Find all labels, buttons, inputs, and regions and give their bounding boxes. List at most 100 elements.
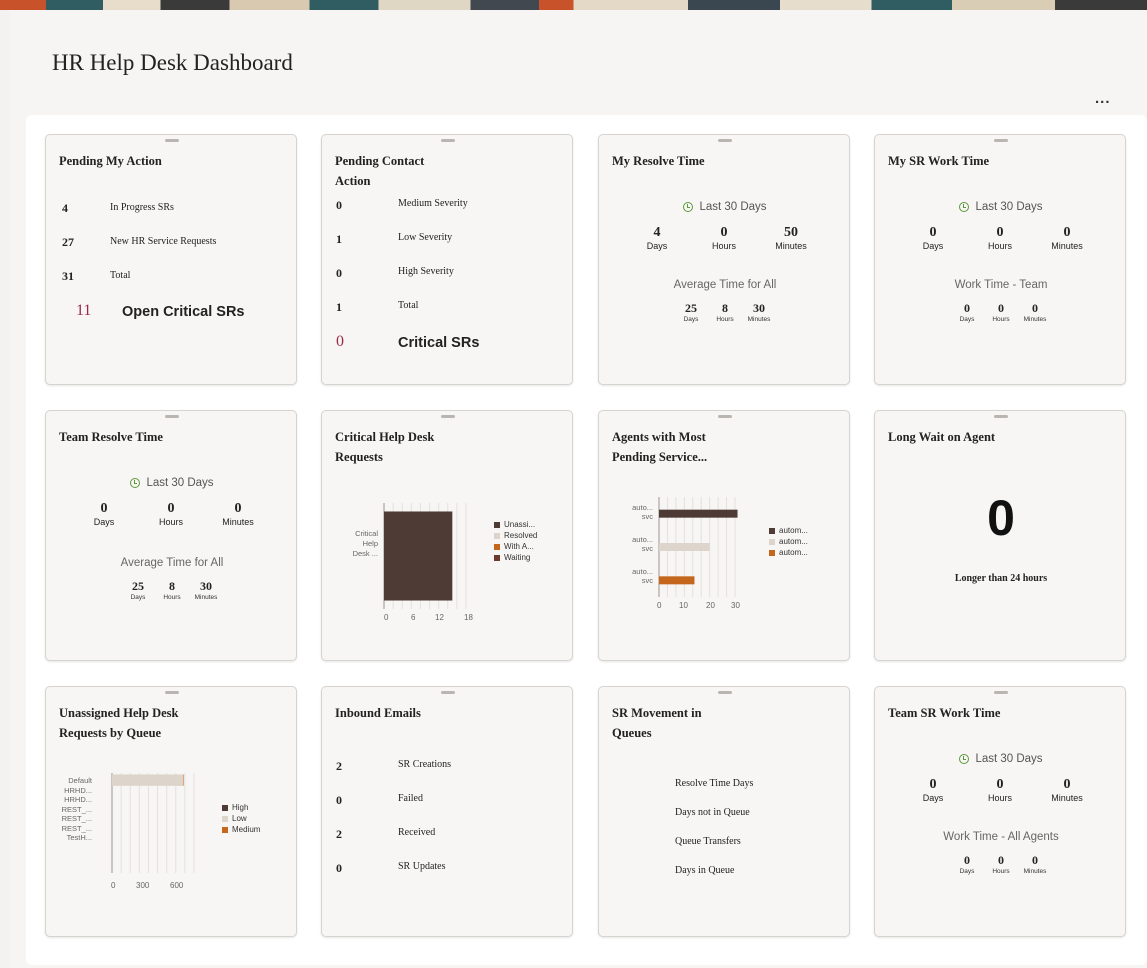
severity-value: 0 — [336, 198, 342, 212]
drag-handle[interactable] — [994, 139, 1008, 142]
queue-label: TestH... — [66, 833, 92, 842]
days-value: 0 — [964, 301, 970, 315]
legend-item[interactable]: autom... — [769, 525, 808, 536]
drag-handle[interactable] — [441, 415, 455, 418]
drag-handle[interactable] — [718, 139, 732, 142]
legend-label: Low — [232, 814, 247, 823]
drag-handle[interactable] — [441, 691, 455, 694]
minutes-value: 0 — [234, 501, 242, 516]
pending-label: Total — [110, 270, 131, 281]
legend-item[interactable]: With A... — [494, 541, 537, 552]
period-text: Last 30 Days — [146, 477, 214, 489]
card-sr-movement-in-queues[interactable]: SR Movement in Queues Resolve Time Days … — [598, 686, 850, 937]
days-value: 4 — [653, 225, 661, 240]
card-my-sr-work-time[interactable]: My SR Work Time Last 30 Days 0 Days 0 Hour… — [874, 134, 1126, 385]
days-unit: Days — [922, 241, 944, 251]
bar — [112, 774, 184, 786]
card-team-sr-work-time[interactable]: Team SR Work Time Last 30 Days 0 Days 0 Ho… — [874, 686, 1126, 937]
days-unit: Days — [130, 594, 146, 601]
days-value: 25 — [685, 301, 697, 315]
card-inbound-emails[interactable]: Inbound Emails 2 SR Creations 0 Failed 2… — [321, 686, 573, 937]
queue-label: REST_... — [61, 823, 92, 833]
pending-value: 4 — [62, 201, 68, 215]
severity-value: 1 — [336, 232, 342, 246]
legend-item[interactable]: Medium — [222, 824, 260, 835]
main-time: 0 Days 0 Hours 0 Minutes — [74, 501, 268, 527]
queue-label: REST_... — [61, 804, 92, 814]
card-title: Agents with Most Pending Service... — [612, 430, 708, 464]
card-team-resolve-time[interactable]: Team Resolve Time Last 30 Days 0 Days 0 Ho… — [45, 410, 297, 661]
drag-handle[interactable] — [718, 691, 732, 694]
card-my-resolve-time[interactable]: My Resolve Time Last 30 Days 4 Days 0 Hour… — [598, 134, 850, 385]
hours-unit: Hours — [711, 241, 736, 251]
hours-value: 8 — [722, 301, 728, 315]
queue-label: REST_... — [61, 814, 92, 823]
severity-label: High Severity — [398, 266, 454, 277]
movement-item[interactable]: Days not in Queue — [675, 807, 750, 818]
agent-line: auto... — [632, 535, 653, 544]
card-critical-help-desk-requests[interactable]: Critical Help Desk Requests Critical Hel… — [321, 410, 573, 661]
card-title: Team Resolve Time — [59, 430, 163, 444]
bar — [183, 774, 184, 786]
unassigned-queue-chart — [111, 773, 195, 873]
legend-label: High — [232, 803, 249, 812]
period-text: Last 30 Days — [975, 201, 1043, 213]
drag-handle[interactable] — [994, 691, 1008, 694]
agent-line: svc — [641, 512, 653, 521]
drag-handle[interactable] — [165, 139, 179, 142]
sub-title: Work Time - Team — [954, 279, 1048, 291]
movement-item[interactable]: Resolve Time Days — [675, 778, 753, 789]
drag-handle[interactable] — [165, 691, 179, 694]
movement-item[interactable]: Days in Queue — [675, 865, 734, 876]
legend-item[interactable]: Waiting — [494, 552, 537, 563]
legend-item[interactable]: autom... — [769, 547, 808, 558]
card-pending-my-action[interactable]: Pending My Action 4 In Progress SRs 27 N… — [45, 134, 297, 385]
legend-item[interactable]: autom... — [769, 536, 808, 547]
period-label: Last 30 Days — [599, 201, 851, 213]
drag-handle[interactable] — [441, 139, 455, 142]
queue-label: Default — [68, 776, 92, 785]
bar — [659, 543, 710, 551]
clock-icon — [683, 202, 694, 212]
days-value: 0 — [964, 853, 970, 867]
email-label: Failed — [398, 793, 423, 804]
severity-value: 0 — [336, 266, 342, 280]
critical-count[interactable]: 0 — [336, 333, 344, 351]
card-long-wait-on-agent[interactable]: Long Wait on Agent 0 Longer than 24 hour… — [874, 410, 1126, 661]
card-title: My SR Work Time — [888, 154, 990, 168]
movement-item[interactable]: Queue Transfers — [675, 836, 741, 847]
legend-item[interactable]: Low — [222, 813, 260, 824]
card-pending-contact-action[interactable]: Pending Contact Action 0 Medium Severity… — [321, 134, 573, 385]
drag-handle[interactable] — [994, 415, 1008, 418]
minutes-value: 0 — [1063, 777, 1071, 792]
days-value: 0 — [929, 777, 937, 792]
critical-count[interactable]: 11 — [76, 302, 91, 320]
card-title: Pending My Action — [59, 154, 162, 168]
legend-label: Medium — [232, 825, 261, 834]
days-value: 0 — [100, 501, 108, 516]
card-unassigned-by-queue[interactable]: Unassigned Help Desk Requests by Queue D… — [45, 686, 297, 937]
card-title: Critical Help Desk Requests — [335, 430, 435, 464]
card-agents-pending[interactable]: Agents with Most Pending Service... auto… — [598, 410, 850, 661]
period-label: Last 30 Days — [46, 477, 298, 489]
minutes-unit: Minutes — [222, 517, 254, 527]
more-options-button[interactable]: ... — [1095, 90, 1117, 107]
email-value: 0 — [336, 793, 342, 807]
clock-icon — [959, 754, 970, 764]
x-tick: 18 — [464, 613, 473, 622]
x-tick: 0 — [657, 601, 662, 610]
legend-label: Unassi... — [504, 520, 536, 529]
drag-handle[interactable] — [165, 415, 179, 418]
severity-label: Low Severity — [398, 232, 453, 243]
drag-handle[interactable] — [718, 415, 732, 418]
legend-item[interactable]: High — [222, 802, 260, 813]
minutes-value: 50 — [784, 225, 798, 240]
long-wait-count[interactable]: 0 — [875, 489, 1127, 547]
minutes-unit: Minutes — [747, 316, 771, 323]
legend-label: autom... — [779, 537, 808, 546]
legend-item[interactable]: Unassi... — [494, 519, 537, 530]
pending-value: 27 — [62, 235, 74, 249]
x-tick: 600 — [170, 881, 184, 890]
hours-unit: Hours — [987, 793, 1012, 803]
legend-item[interactable]: Resolved — [494, 530, 537, 541]
